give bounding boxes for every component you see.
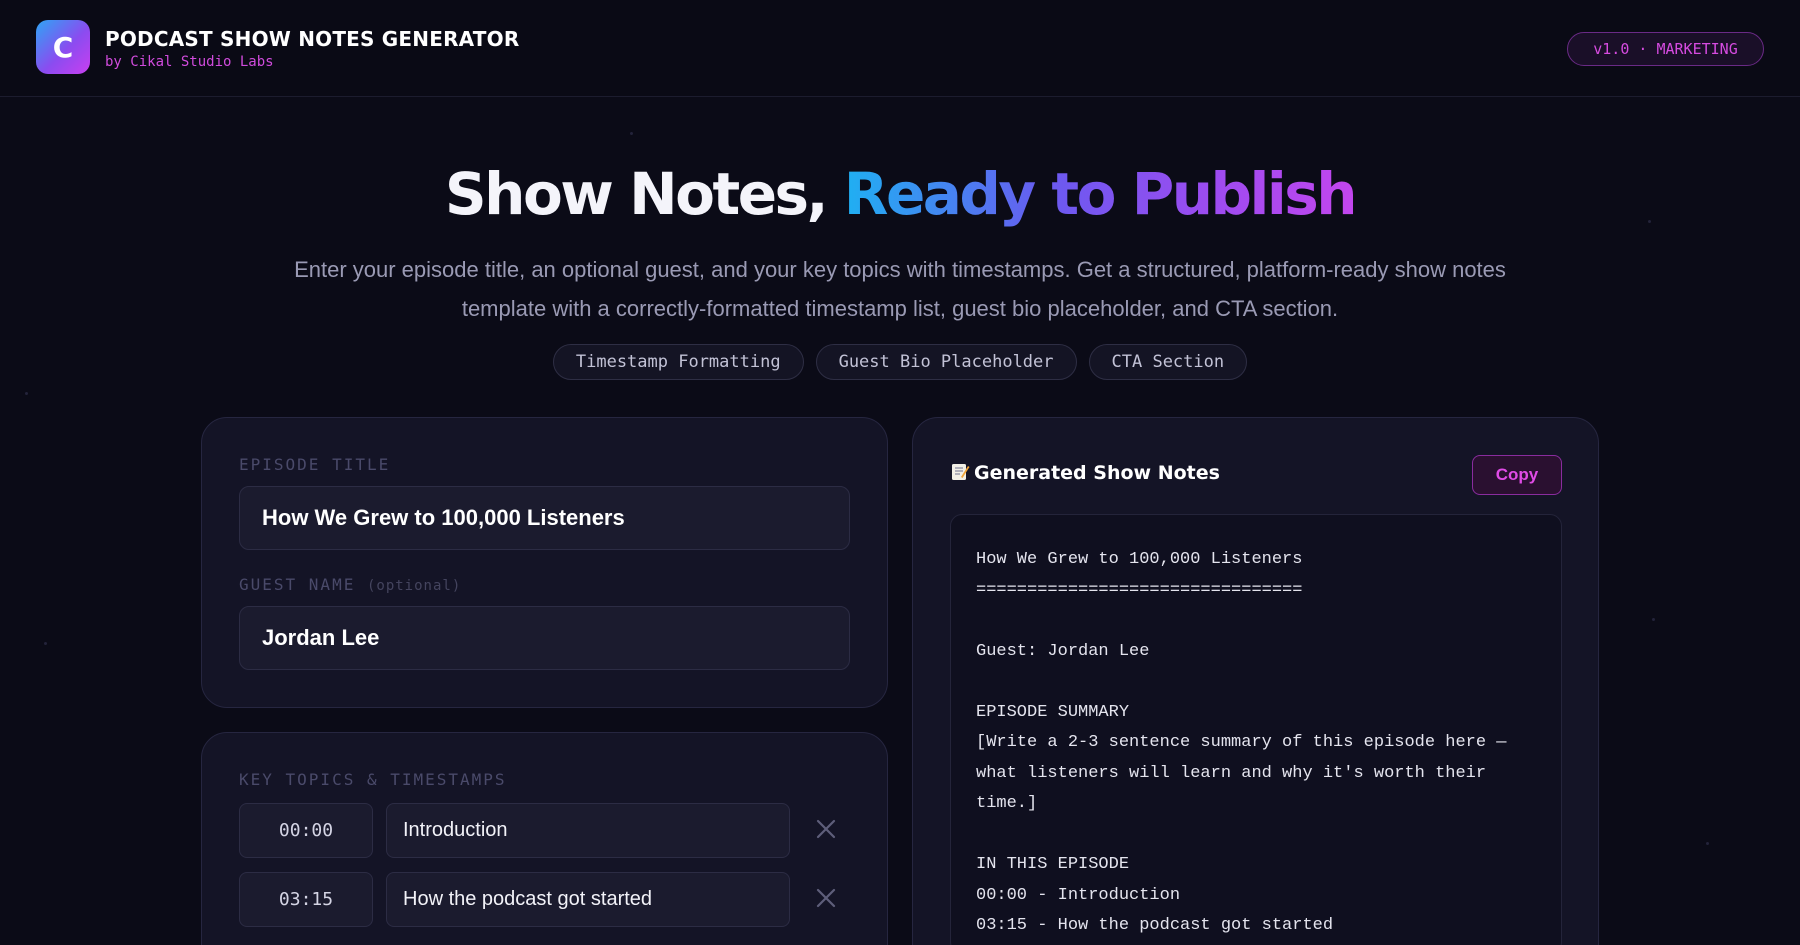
background-star bbox=[1706, 842, 1709, 845]
feature-tag: Timestamp Formatting bbox=[552, 344, 804, 380]
feature-tag: Guest Bio Placeholder bbox=[815, 344, 1077, 380]
app-title: PODCAST SHOW NOTES GENERATOR bbox=[105, 27, 520, 51]
feature-tags: Timestamp Formatting Guest Bio Placehold… bbox=[0, 344, 1800, 380]
show-notes-output[interactable]: How We Grew to 100,000 Listeners =======… bbox=[950, 514, 1562, 945]
page-title: Show Notes, Ready to Publish bbox=[0, 160, 1800, 228]
close-icon[interactable] bbox=[814, 886, 838, 910]
page-description: Enter your episode title, an optional gu… bbox=[294, 257, 1506, 321]
output-title: Generated Show Notes bbox=[950, 462, 1220, 484]
background-star bbox=[1652, 618, 1655, 621]
timestamp-input[interactable]: 00:00 bbox=[239, 803, 373, 858]
topic-input[interactable]: Introduction bbox=[386, 803, 790, 858]
episode-title-label: EPISODE TITLE bbox=[239, 455, 391, 474]
topic-input[interactable]: How the podcast got started bbox=[386, 872, 790, 927]
copy-button[interactable]: Copy bbox=[1472, 455, 1562, 495]
output-title-text: Generated Show Notes bbox=[974, 462, 1220, 484]
optional-hint: (optional) bbox=[366, 578, 462, 594]
page-title-plain: Show Notes, bbox=[444, 160, 844, 228]
episode-title-input[interactable]: How We Grew to 100,000 Listeners bbox=[239, 486, 850, 550]
background-star bbox=[44, 642, 47, 645]
topics-label: KEY TOPICS & TIMESTAMPS bbox=[239, 770, 507, 789]
background-star bbox=[630, 132, 633, 135]
guest-name-label: GUEST NAME (optional) bbox=[239, 575, 461, 594]
feature-tag: CTA Section bbox=[1088, 344, 1248, 380]
memo-icon bbox=[952, 464, 970, 480]
background-star bbox=[25, 392, 28, 395]
app-header: C PODCAST SHOW NOTES GENERATOR by Cikal … bbox=[0, 0, 1800, 97]
app-subtitle: by Cikal Studio Labs bbox=[105, 54, 274, 70]
version-badge: v1.0 · MARKETING bbox=[1567, 32, 1764, 66]
close-icon[interactable] bbox=[814, 817, 838, 841]
show-notes-text: How We Grew to 100,000 Listeners =======… bbox=[976, 550, 1507, 935]
guest-name-label-text: GUEST NAME bbox=[239, 575, 356, 594]
page-title-highlight: Ready to Publish bbox=[843, 160, 1358, 228]
timestamp-input[interactable]: 03:15 bbox=[239, 872, 373, 927]
guest-name-input[interactable]: Jordan Lee bbox=[239, 606, 850, 670]
app-logo: C bbox=[36, 20, 90, 74]
